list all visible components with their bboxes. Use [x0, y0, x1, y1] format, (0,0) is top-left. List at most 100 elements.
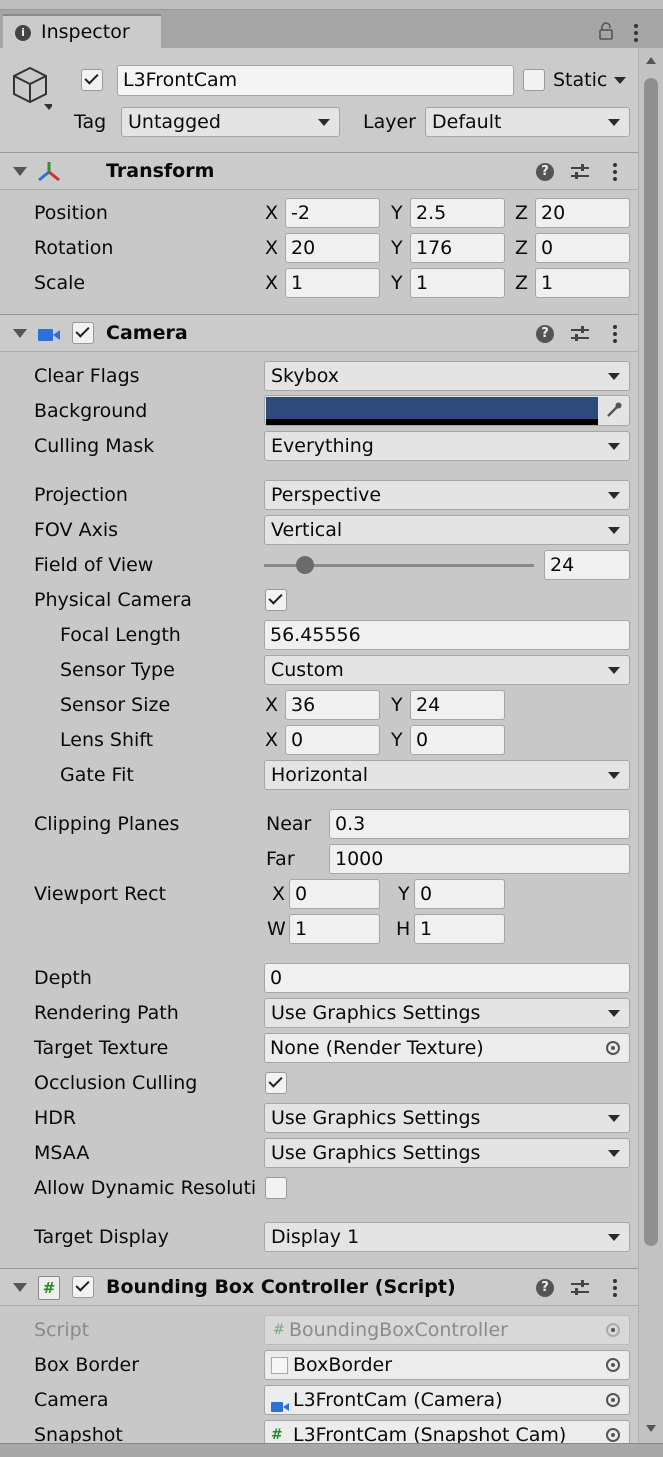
- viewport-y-field[interactable]: 0: [414, 879, 505, 909]
- foldout-arrow-icon[interactable]: [13, 167, 27, 176]
- scale-x-field[interactable]: 1: [285, 268, 380, 298]
- fov-slider-thumb[interactable]: [295, 556, 314, 574]
- box-border-field[interactable]: BoxBorder: [264, 1350, 630, 1380]
- rendering-path-dropdown[interactable]: Use Graphics Settings: [264, 998, 630, 1028]
- scrollbar[interactable]: [638, 48, 663, 1445]
- scale-z-field[interactable]: 1: [535, 268, 630, 298]
- object-picker-icon[interactable]: [606, 1393, 620, 1407]
- field-of-view-label: Field of View: [34, 554, 154, 576]
- eyedropper-icon[interactable]: [605, 401, 623, 419]
- help-icon[interactable]: ?: [536, 163, 554, 181]
- component-menu-icon[interactable]: [613, 163, 617, 184]
- axis-z-label[interactable]: Z: [515, 202, 528, 224]
- rotation-z-field[interactable]: 0: [535, 233, 630, 263]
- component-menu-icon[interactable]: [613, 325, 617, 346]
- viewport-y-label[interactable]: Y: [398, 883, 410, 905]
- axis-z-label[interactable]: Z: [515, 237, 528, 259]
- axis-y-label[interactable]: Y: [391, 237, 403, 259]
- near-label[interactable]: Near: [266, 813, 311, 835]
- script-enabled-checkbox[interactable]: [72, 1276, 94, 1298]
- axis-x-label[interactable]: X: [265, 729, 278, 751]
- position-y-field[interactable]: 2.5: [410, 198, 505, 228]
- rotation-x-field[interactable]: 20: [285, 233, 380, 263]
- foldout-arrow-icon[interactable]: [13, 329, 27, 338]
- msaa-dropdown[interactable]: Use Graphics Settings: [264, 1138, 630, 1168]
- fov-axis-dropdown[interactable]: Vertical: [264, 515, 630, 545]
- scroll-thumb[interactable]: [644, 78, 658, 1246]
- help-icon[interactable]: ?: [536, 325, 554, 343]
- projection-label: Projection: [34, 484, 128, 506]
- presets-icon[interactable]: [571, 164, 589, 180]
- focal-length-field[interactable]: 56.45556: [264, 620, 630, 650]
- static-dropdown-arrow[interactable]: [614, 77, 626, 84]
- physical-camera-checkbox[interactable]: [265, 589, 287, 611]
- background-color-field[interactable]: [264, 395, 630, 426]
- sensor-type-dropdown[interactable]: Custom: [264, 655, 630, 685]
- presets-icon[interactable]: [571, 326, 589, 342]
- axis-x-label[interactable]: X: [265, 272, 278, 294]
- static-label[interactable]: Static: [553, 69, 607, 91]
- allow-dynamic-label: Allow Dynamic Resoluti: [34, 1177, 257, 1199]
- object-picker-icon[interactable]: [606, 1041, 620, 1055]
- active-checkbox[interactable]: [81, 69, 103, 91]
- axis-y-label[interactable]: Y: [391, 694, 403, 716]
- axis-y-label[interactable]: Y: [391, 272, 403, 294]
- presets-icon[interactable]: [571, 1280, 589, 1296]
- target-texture-field[interactable]: None (Render Texture): [264, 1033, 630, 1063]
- axis-x-label[interactable]: X: [265, 202, 278, 224]
- projection-dropdown[interactable]: Perspective: [264, 480, 630, 510]
- help-icon[interactable]: ?: [536, 1279, 554, 1297]
- culling-mask-dropdown[interactable]: Everything: [264, 431, 630, 461]
- target-display-dropdown[interactable]: Display 1: [264, 1222, 630, 1252]
- viewport-x-label[interactable]: X: [272, 883, 285, 905]
- tab-inspector[interactable]: i Inspector: [3, 14, 161, 48]
- axis-x-label[interactable]: X: [265, 694, 278, 716]
- rotation-y-field[interactable]: 176: [410, 233, 505, 263]
- viewport-w-field[interactable]: 1: [289, 914, 380, 944]
- axis-y-label[interactable]: Y: [391, 729, 403, 751]
- occlusion-culling-checkbox[interactable]: [265, 1072, 287, 1094]
- foldout-arrow-icon[interactable]: [13, 1283, 27, 1292]
- transform-header[interactable]: Transform ?: [0, 152, 638, 190]
- camera-enabled-checkbox[interactable]: [72, 322, 94, 344]
- position-z-field[interactable]: 20: [535, 198, 630, 228]
- scale-y-field[interactable]: 1: [410, 268, 505, 298]
- lens-shift-y-field[interactable]: 0: [410, 725, 505, 755]
- object-picker-icon[interactable]: [606, 1428, 620, 1442]
- axis-x-label[interactable]: X: [265, 237, 278, 259]
- axis-z-label[interactable]: Z: [515, 272, 528, 294]
- script-value: BoundingBoxController: [289, 1319, 508, 1341]
- scroll-up-arrow[interactable]: [646, 57, 656, 64]
- script-component-header[interactable]: # Bounding Box Controller (Script) ?: [0, 1268, 638, 1306]
- gate-fit-dropdown[interactable]: Horizontal: [264, 760, 630, 790]
- viewport-h-field[interactable]: 1: [414, 914, 505, 944]
- field-of-view-field[interactable]: 24: [544, 550, 630, 580]
- near-field[interactable]: 0.3: [329, 809, 630, 839]
- object-picker-icon[interactable]: [606, 1358, 620, 1372]
- tag-dropdown[interactable]: Untagged: [121, 107, 340, 137]
- camera-ref-field[interactable]: L3FrontCam (Camera): [264, 1385, 630, 1415]
- depth-field[interactable]: 0: [264, 963, 630, 993]
- component-menu-icon[interactable]: [613, 1279, 617, 1300]
- hdr-dropdown[interactable]: Use Graphics Settings: [264, 1103, 630, 1133]
- viewport-w-label[interactable]: W: [267, 918, 286, 940]
- far-field[interactable]: 1000: [329, 844, 630, 874]
- viewport-h-label[interactable]: H: [396, 918, 410, 940]
- tab-menu-icon[interactable]: [634, 24, 638, 45]
- camera-header[interactable]: Camera ?: [0, 314, 638, 352]
- sensor-size-y-field[interactable]: 24: [410, 690, 505, 720]
- viewport-x-field[interactable]: 0: [289, 879, 380, 909]
- lock-icon[interactable]: [599, 22, 613, 40]
- layer-dropdown[interactable]: Default: [425, 107, 630, 137]
- sensor-size-x-field[interactable]: 36: [285, 690, 380, 720]
- static-checkbox[interactable]: [523, 69, 545, 91]
- far-label[interactable]: Far: [266, 848, 295, 870]
- scroll-down-arrow[interactable]: [646, 1425, 656, 1432]
- axis-y-label[interactable]: Y: [391, 202, 403, 224]
- clear-flags-dropdown[interactable]: Skybox: [264, 361, 630, 391]
- physical-camera-label: Physical Camera: [34, 589, 192, 611]
- position-x-field[interactable]: -2: [285, 198, 380, 228]
- object-name-field[interactable]: L3FrontCam: [117, 65, 514, 96]
- allow-dynamic-checkbox[interactable]: [265, 1177, 287, 1199]
- lens-shift-x-field[interactable]: 0: [285, 725, 380, 755]
